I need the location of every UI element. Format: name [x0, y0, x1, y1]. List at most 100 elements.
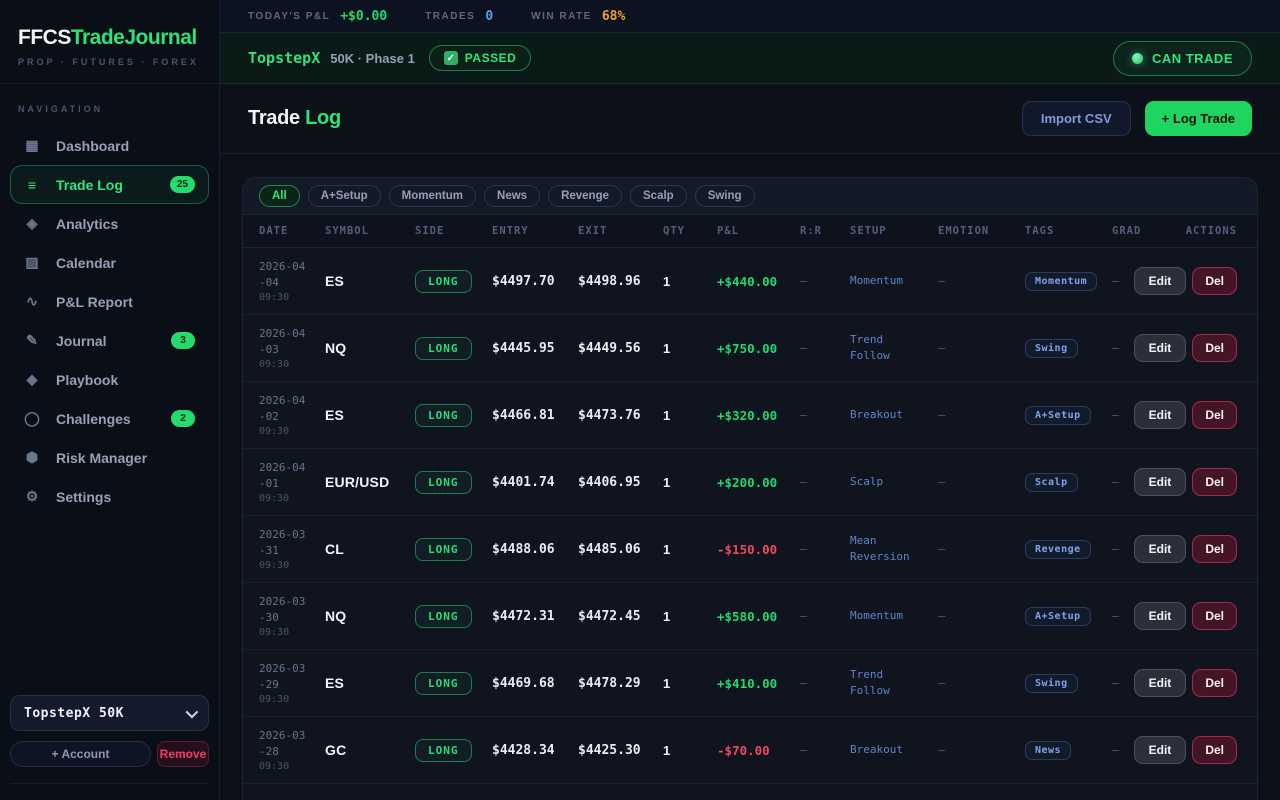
- sidebar-item-journal[interactable]: ✎ Journal 3: [10, 321, 209, 360]
- app-logo: FFCSTradeJournal: [18, 26, 201, 50]
- column-header-p-l: P&L: [717, 225, 739, 237]
- cell-symbol: CL: [325, 541, 345, 557]
- delete-button[interactable]: Del: [1192, 334, 1237, 362]
- cell-qty: 1: [663, 541, 671, 557]
- log-trade-button[interactable]: + Log Trade: [1144, 101, 1252, 136]
- cell-symbol: NQ: [325, 608, 347, 624]
- side-badge: LONG: [415, 738, 472, 762]
- delete-button[interactable]: Del: [1192, 736, 1237, 764]
- brand-accent: TradeJournal: [70, 26, 197, 49]
- cell-symbol: ES: [325, 273, 345, 289]
- edit-button[interactable]: Edit: [1133, 267, 1187, 295]
- cell-side: LONG: [415, 336, 492, 360]
- sidebar-item-label: Journal: [56, 332, 107, 349]
- sidebar-item-analytics[interactable]: ◈ Analytics: [10, 204, 209, 243]
- cell-side: LONG: [415, 403, 492, 427]
- trade-date: 2026-03-29: [259, 661, 306, 691]
- delete-button[interactable]: Del: [1192, 468, 1237, 496]
- edit-button[interactable]: Edit: [1133, 669, 1187, 697]
- sidebar-item-dashboard[interactable]: ▦ Dashboard: [10, 126, 209, 165]
- sidebar-item-calendar[interactable]: ▨ Calendar: [10, 243, 209, 282]
- cell-exit: $4472.45: [578, 608, 641, 624]
- cell-emotion: –: [938, 475, 946, 489]
- cell-exit: $4473.76: [578, 407, 641, 423]
- delete-button[interactable]: Del: [1192, 669, 1237, 697]
- remove-account-button[interactable]: Remove: [157, 741, 209, 767]
- can-trade-button[interactable]: CAN TRADE: [1112, 40, 1252, 76]
- cell-pnl: -$150.00: [717, 541, 778, 557]
- sidebar-item-label: Playbook: [56, 371, 119, 388]
- cell-emotion: –: [938, 743, 946, 757]
- edit-button[interactable]: Edit: [1133, 535, 1187, 563]
- cell-rr: –: [800, 408, 808, 422]
- trade-log-card: All A+Setup Momentum News Revenge Scalp Swing …: [242, 177, 1258, 800]
- cell-actions: Edit Del: [1133, 468, 1237, 496]
- edit-button[interactable]: Edit: [1133, 736, 1187, 764]
- sidebar-item-label: Trade Log: [56, 176, 123, 193]
- account-select-value: TopstepX 50K: [24, 705, 124, 721]
- edit-button[interactable]: Edit: [1133, 468, 1187, 496]
- delete-button[interactable]: Del: [1192, 602, 1237, 630]
- filter-chip-news[interactable]: News: [484, 185, 541, 207]
- cell-side: LONG: [415, 269, 492, 293]
- sidebar-item-label: Risk Manager: [56, 449, 148, 466]
- content-area: All A+Setup Momentum News Revenge Scalp Swing …: [220, 154, 1280, 800]
- cell-qty: 1: [663, 742, 671, 758]
- cell-rr: –: [800, 274, 808, 288]
- cell-tags: Scalp: [1025, 472, 1112, 492]
- side-badge: LONG: [415, 403, 472, 427]
- filter-chip-momentum[interactable]: Momentum: [388, 185, 477, 207]
- sidebar-item-label: P&L Report: [56, 293, 133, 310]
- edit-button[interactable]: Edit: [1133, 401, 1187, 429]
- column-header-entry: ENTRY: [492, 225, 529, 237]
- table-header-row: DATE SYMBOL SIDE ENTRY EXIT QTY P&L R:R SETUP EMO…: [243, 215, 1257, 248]
- stat-label: TODAY'S P&L: [248, 10, 331, 22]
- shield-icon: ⬢: [25, 449, 39, 465]
- account-select[interactable]: TopstepX 50K: [10, 695, 209, 731]
- delete-button[interactable]: Del: [1192, 401, 1237, 429]
- account-name: TopstepX: [248, 49, 321, 67]
- cell-exit: $4425.30: [578, 742, 641, 758]
- filter-chip-all[interactable]: All: [259, 185, 300, 207]
- add-account-button[interactable]: + Account: [10, 741, 151, 767]
- filter-chip-a-setup[interactable]: A+Setup: [307, 185, 381, 207]
- cell-qty: 1: [663, 273, 671, 289]
- sidebar-item-challenges[interactable]: ◯ Challenges 2: [10, 399, 209, 438]
- table-row: 2026-04-03 09:30 NQ LONG $4445.95 $4449.56 1 +$…: [243, 315, 1257, 382]
- nav-section-label: NAVIGATION: [18, 104, 104, 114]
- edit-button[interactable]: Edit: [1133, 334, 1187, 362]
- cell-date: 2026-03-29 09:30: [259, 661, 325, 706]
- trade-date: 2026-03-31: [259, 527, 306, 557]
- side-badge: LONG: [415, 269, 472, 293]
- filter-chip-scalp[interactable]: Scalp: [630, 185, 687, 207]
- table-row: 2026-04-04 09:30 ES LONG $4497.70 $4498.96 1 +$…: [243, 248, 1257, 315]
- cell-setup: Trend Follow: [850, 668, 890, 697]
- cell-qty: 1: [663, 608, 671, 624]
- edit-button[interactable]: Edit: [1133, 602, 1187, 630]
- cell-entry: $4445.95: [492, 340, 555, 356]
- table-row: 2026-04-02 09:30 ES LONG $4466.81 $4473.76 1 +$…: [243, 382, 1257, 449]
- sidebar-item-p-l-report[interactable]: ∿ P&L Report: [10, 282, 209, 321]
- cell-entry: $4466.81: [492, 407, 555, 423]
- trade-date: 2026-04-04: [259, 259, 306, 289]
- account-status-bar: TopstepX 50K · Phase 1 ✓ PASSED CAN TRAD…: [220, 33, 1280, 84]
- sidebar-item-trade-log[interactable]: ≡ Trade Log 25: [10, 165, 209, 204]
- sidebar-item-settings[interactable]: ⚙ Settings: [10, 477, 209, 516]
- column-header-symbol: SYMBOL: [325, 225, 369, 237]
- page-title-accent: Log: [305, 107, 341, 129]
- cell-date: 2026-04-03 09:30: [259, 326, 325, 371]
- cell-setup: Breakout: [850, 408, 903, 422]
- cell-pnl: +$410.00: [717, 675, 778, 691]
- delete-button[interactable]: Del: [1192, 535, 1237, 563]
- stat-value: +$0.00: [340, 8, 388, 24]
- stat-label: WIN RATE: [531, 10, 592, 22]
- status-dot-icon: [1131, 52, 1143, 64]
- filter-chip-revenge[interactable]: Revenge: [548, 185, 622, 207]
- cell-date: 2026-04-02 09:30: [259, 393, 325, 438]
- filter-chip-swing[interactable]: Swing: [694, 185, 755, 207]
- sidebar-item-risk-manager[interactable]: ⬢ Risk Manager: [10, 438, 209, 477]
- delete-button[interactable]: Del: [1192, 267, 1237, 295]
- import-csv-button[interactable]: Import CSV: [1021, 101, 1131, 136]
- cell-rr: –: [800, 475, 808, 489]
- sidebar-item-playbook[interactable]: ◆ Playbook: [10, 360, 209, 399]
